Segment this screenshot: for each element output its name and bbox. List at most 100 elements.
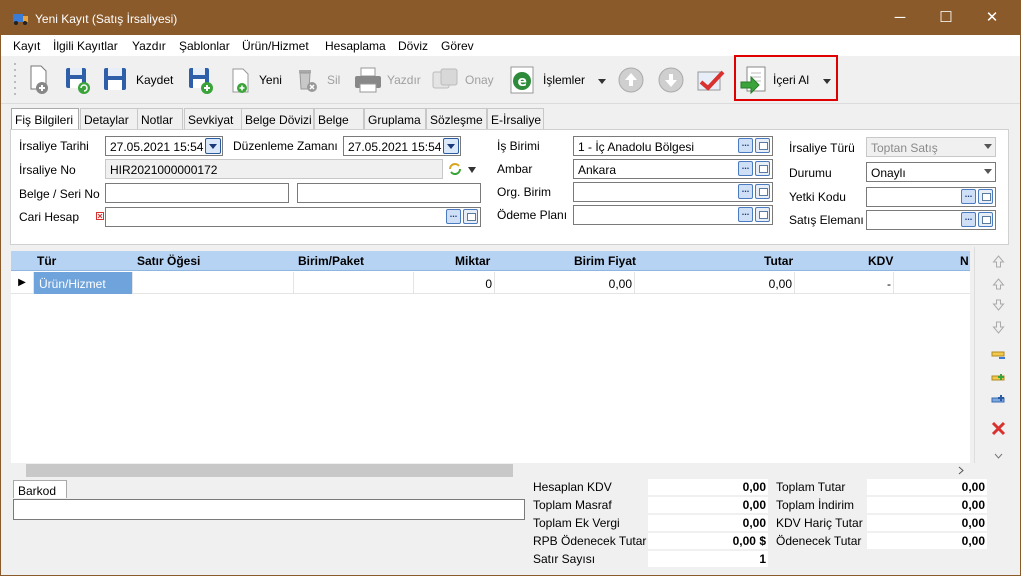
maximize-button[interactable]: ☐ xyxy=(923,1,969,35)
save-refresh-button[interactable] xyxy=(63,64,93,96)
menu-kayit[interactable]: Kayıt xyxy=(13,39,40,53)
new-document-button[interactable] xyxy=(27,64,53,96)
cell-miktar[interactable]: 0 xyxy=(414,272,495,294)
col-miktar[interactable]: Miktar xyxy=(455,254,490,268)
save-new-button[interactable] xyxy=(186,64,216,96)
col-tutar[interactable]: Tutar xyxy=(764,254,793,268)
irsaliye-tarihi-field[interactable]: 27.05.2021 15:54 xyxy=(105,136,223,156)
is-birimi-list-icon[interactable] xyxy=(755,138,770,153)
cell-satir-ogesi[interactable] xyxy=(133,272,294,294)
irsaliye-no-field[interactable]: HIR2021000000172 xyxy=(105,159,443,179)
col-satir-ogesi[interactable]: Satır Öğesi xyxy=(137,254,200,268)
tab-sozlesme[interactable]: Sözleşme xyxy=(426,108,487,129)
total-value: 0,00 xyxy=(867,497,987,513)
checkmark-icon xyxy=(697,70,725,91)
tab-e-irsaliye[interactable]: E-İrsaliye xyxy=(487,108,544,129)
copy-row-icon[interactable] xyxy=(991,393,1006,408)
table-row[interactable]: ▶ Ürün/Hizmet 0 0,00 0,00 - xyxy=(11,272,970,294)
tab-gruplama[interactable]: Gruplama xyxy=(364,108,426,129)
menu-hesaplama[interactable]: Hesaplama xyxy=(325,39,386,53)
odeme-plani-ellipsis-button[interactable]: ... xyxy=(738,207,753,222)
org-birim-list-icon[interactable] xyxy=(755,184,770,199)
lines-grid[interactable]: Tür Satır Öğesi Birim/Paket Miktar Birim… xyxy=(11,251,970,463)
yetki-kodu-field[interactable] xyxy=(866,187,996,207)
cell-birim-fiyat[interactable]: 0,00 xyxy=(495,272,635,294)
delete-button[interactable]: Sil xyxy=(295,64,343,96)
save-button[interactable]: Kaydet xyxy=(102,64,176,96)
is-birimi-ellipsis-button[interactable]: ... xyxy=(738,138,753,153)
tab-detaylar[interactable]: Detaylar xyxy=(80,108,144,129)
cell-birim-paket[interactable] xyxy=(294,272,414,294)
seri-no-input[interactable] xyxy=(297,183,481,203)
scrollbar-thumb[interactable] xyxy=(26,464,513,477)
check-button[interactable] xyxy=(695,64,727,96)
col-kdv[interactable]: KDV xyxy=(868,254,893,268)
odeme-plani-label: Ödeme Planı xyxy=(497,208,568,222)
cell-tutar[interactable]: 0,00 xyxy=(635,272,795,294)
menu-ilgili-kayitlar[interactable]: İlgili Kayıtlar xyxy=(53,39,118,53)
belge-no-input[interactable] xyxy=(105,183,289,203)
printer-icon xyxy=(355,67,381,93)
cell-tur[interactable]: Ürün/Hizmet xyxy=(34,272,133,294)
add-row-icon[interactable] xyxy=(991,371,1006,386)
irsaliye-turu-select[interactable]: Toptan Satış xyxy=(866,137,996,157)
yetki-kodu-ellipsis-button[interactable]: ... xyxy=(961,189,976,204)
chevron-down-icon[interactable] xyxy=(205,138,221,154)
menu-sablonlar[interactable]: Şablonlar xyxy=(179,39,230,53)
horizontal-scrollbar[interactable] xyxy=(11,463,970,478)
move-down-button[interactable] xyxy=(657,64,685,96)
tab-belge-dovizi[interactable]: Belge Dövizi xyxy=(241,108,314,129)
ambar-list-icon[interactable] xyxy=(755,161,770,176)
satis-elemani-list-icon[interactable] xyxy=(978,212,993,227)
insert-row-icon[interactable] xyxy=(991,349,1006,364)
move-up-button[interactable] xyxy=(617,64,645,96)
col-birim-paket[interactable]: Birim/Paket xyxy=(298,254,364,268)
tab-fis-bilgileri[interactable]: Fiş Bilgileri xyxy=(11,108,79,130)
cari-hesap-list-icon[interactable] xyxy=(463,209,478,224)
cari-hesap-ellipsis-button[interactable]: ... xyxy=(446,209,461,224)
satis-elemani-field[interactable] xyxy=(866,210,996,230)
move-row-up-icon[interactable] xyxy=(991,276,1006,291)
ambar-label: Ambar xyxy=(497,162,533,176)
move-row-down-icon[interactable] xyxy=(991,298,1006,313)
col-birim-fiyat[interactable]: Birim Fiyat xyxy=(574,254,636,268)
odeme-plani-list-icon[interactable] xyxy=(755,207,770,222)
scroll-right-icon[interactable] xyxy=(957,466,965,475)
operations-menu-button[interactable]: e İşlemler xyxy=(508,64,606,96)
approve-button[interactable]: Onay xyxy=(429,64,497,96)
ambar-ellipsis-button[interactable]: ... xyxy=(738,161,753,176)
move-row-top-icon[interactable] xyxy=(991,254,1006,269)
menu-gorev[interactable]: Görev xyxy=(441,39,474,53)
org-birim-ellipsis-button[interactable]: ... xyxy=(738,184,753,199)
delete-label: Sil xyxy=(327,73,341,87)
yetki-kodu-list-icon[interactable] xyxy=(978,189,993,204)
delete-row-icon[interactable] xyxy=(991,421,1006,436)
scroll-down-icon[interactable] xyxy=(994,449,1003,464)
new-button[interactable]: Yeni xyxy=(230,64,286,96)
menu-doviz[interactable]: Döviz xyxy=(398,39,428,53)
number-dropdown-icon[interactable] xyxy=(467,166,477,174)
close-button[interactable]: ✕ xyxy=(969,1,1015,35)
cari-hesap-field[interactable] xyxy=(105,207,481,227)
barcode-tab[interactable]: Barkod xyxy=(13,480,67,498)
durumu-select[interactable]: Onaylı xyxy=(866,162,996,182)
menu-urun-hizmet[interactable]: Ürün/Hizmet xyxy=(242,39,309,53)
refresh-number-icon[interactable] xyxy=(447,161,463,177)
tab-sevkiyat[interactable]: Sevkiyat xyxy=(184,108,243,129)
minimize-button[interactable]: ─ xyxy=(877,1,923,35)
col-tur[interactable]: Tür xyxy=(37,254,56,268)
satis-elemani-ellipsis-button[interactable]: ... xyxy=(961,212,976,227)
chevron-down-icon[interactable] xyxy=(443,138,459,154)
duzenleme-zamani-field[interactable]: 27.05.2021 15:54 xyxy=(343,136,461,156)
move-row-bottom-icon[interactable] xyxy=(991,320,1006,335)
satis-elemani-label: Satış Elemanı xyxy=(789,213,864,227)
cari-hesap-label: Cari Hesap xyxy=(19,210,80,224)
duzenleme-zamani-label: Düzenleme Zamanı xyxy=(233,139,338,153)
menu-yazdir[interactable]: Yazdır xyxy=(132,39,166,53)
col-n[interactable]: N xyxy=(960,254,969,268)
tab-notlar[interactable]: Notlar xyxy=(137,108,183,129)
barcode-input[interactable] xyxy=(13,499,525,520)
tab-belge[interactable]: Belge xyxy=(314,108,364,129)
cell-kdv[interactable]: - xyxy=(795,272,894,294)
print-button[interactable]: Yazdır xyxy=(353,64,421,96)
